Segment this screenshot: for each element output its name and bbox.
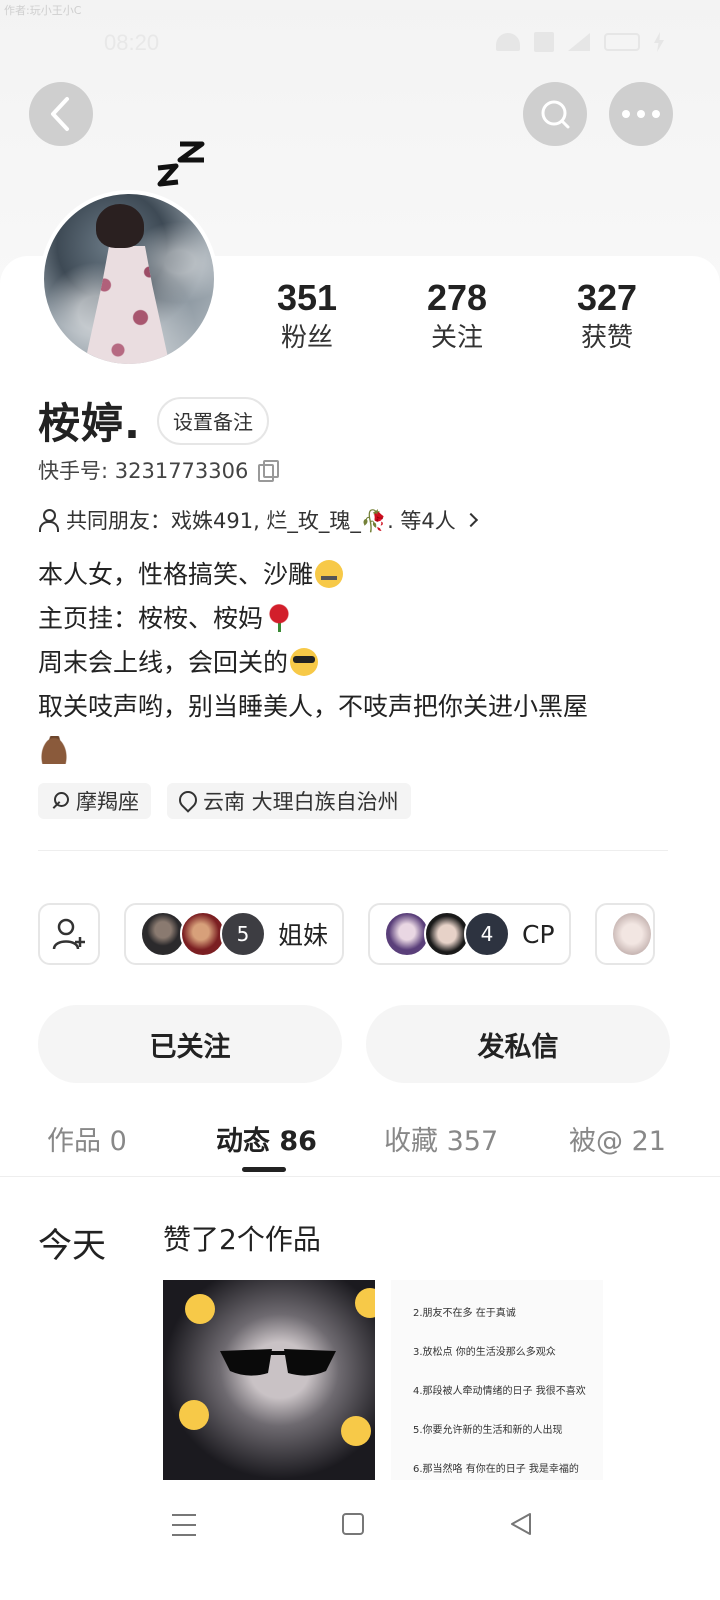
avatar[interactable] [40,190,218,368]
stat-followers[interactable]: 351 粉丝 [232,276,382,356]
stat-label: 粉丝 [280,323,333,353]
copy-icon[interactable] [258,460,280,482]
female-icon [50,791,70,811]
emoji-sticker-icon [179,1400,209,1430]
group-avatar [610,911,653,957]
following-button[interactable]: 已关注 [38,1005,342,1083]
sim-icon [534,32,554,52]
zipper-mouth-emoji-icon [315,560,344,588]
feed-day-label: 今天 [38,1226,106,1266]
profile-bio: 本人女，性格搞笑、沙雕 主页挂：桉桉、桉妈 周末会上线，会回关的 取关吱声哟，别… [38,553,678,773]
liked-work-thumbnail[interactable] [163,1280,375,1480]
send-message-button[interactable]: 发私信 [366,1005,670,1083]
system-navigation-bar [0,1490,720,1600]
poop-emoji-icon [40,736,68,764]
stat-label: 关注 [430,323,483,353]
group-more[interactable] [594,903,655,965]
chevron-right-icon [463,512,478,528]
user-id-text: 快手号: 3231773306 [38,459,249,483]
profile-name: 桉婷. [38,399,141,448]
avatar-hair [96,204,144,248]
group-name: CP [522,919,555,949]
active-tab-indicator [242,1167,286,1172]
sunglasses-emoji-icon [290,648,319,676]
back-triangle-icon[interactable] [510,1512,532,1536]
bio-line: 取关吱声哟，别当睡美人，不吱声把你关进小黑屋 [38,692,589,721]
chevron-left-icon [51,97,69,131]
person-icon [38,509,59,532]
mutual-friends-text: 共同朋友：戏姝491, 烂_玫_瑰_🥀. 等4人 [66,509,456,533]
name-row: 桉婷. 设置备注 [38,390,269,451]
menu-icon[interactable] [172,1514,196,1536]
profile-stats: 351 粉丝 278 关注 327 获赞 [232,276,682,356]
sunglasses-overlay-icon [220,1349,336,1376]
divider [38,850,668,851]
emoji-sticker-icon [185,1294,215,1324]
search-icon [541,100,570,129]
bio-line [38,729,678,773]
stat-value: 327 [576,277,638,318]
status-icons [496,32,664,52]
charging-icon [654,32,664,52]
stat-following[interactable]: 278 关注 [382,276,532,356]
friend-groups-row: 5 姐妹 4 CP [38,903,655,965]
group-avatar-count: 5 [220,911,266,957]
bio-line: 主页挂：桉桉、桉妈 [38,597,678,641]
bio-line: 周末会上线，会回关的 [38,641,678,685]
group-sisters[interactable]: 5 姐妹 [124,903,345,965]
home-square-icon[interactable] [342,1513,364,1535]
battery-icon [604,33,640,51]
zodiac-tag: 摩羯座 [38,783,151,819]
action-buttons: 已关注 发私信 [38,1005,670,1083]
location-tag: 云南 大理白族自治州 [167,783,411,819]
status-time: 08:20 [104,30,160,55]
rose-emoji-icon [265,604,294,632]
stat-value: 278 [426,277,488,318]
back-button[interactable] [29,82,93,146]
search-button[interactable] [523,82,587,146]
signal-icon [568,33,590,51]
liked-work-thumbnail[interactable]: 2.朋友不在多 在于真诚 3.放松点 你的生活没那么多观众 4.那段被人牵动情绪… [391,1280,603,1480]
thumbnail-text-line: 6.那当然咯 有你在的日子 我是幸福的 [413,1464,579,1475]
stat-value: 351 [276,277,338,318]
sleeping-zzz-icon [157,141,205,187]
feed-activity-title: 赞了2个作品 [163,1223,321,1256]
emoji-sticker-icon [355,1288,375,1318]
wifi-icon [496,33,520,51]
thumbnail-text-line: 5.你要允许新的生活和新的人出现 [413,1425,563,1436]
group-name: 姐妹 [278,921,329,950]
emoji-sticker-icon [341,1416,371,1446]
group-cp[interactable]: 4 CP [368,903,571,965]
thumbnail-text-line: 4.那段被人牵动情绪的日子 我很不喜欢 [413,1386,586,1397]
user-id-row: 快手号: 3231773306 [38,455,280,485]
tab-favorites[interactable]: 收藏 357 [384,1119,498,1158]
add-friend-button[interactable] [38,903,100,965]
set-remark-button[interactable]: 设置备注 [156,396,269,445]
more-dots-icon [622,110,660,118]
content-tabs: 作品 0 动态 86 收藏 357 被@ 21 [0,1105,720,1177]
tab-mentions[interactable]: 被@ 21 [569,1119,666,1158]
stat-label: 获赞 [580,323,633,353]
mutual-friends-row[interactable]: 共同朋友：戏姝491, 烂_玫_瑰_🥀. 等4人 [38,505,478,535]
tab-works[interactable]: 作品 0 [47,1119,127,1158]
bio-line: 本人女，性格搞笑、沙雕 [38,553,678,597]
group-avatar-count: 4 [464,911,511,957]
stat-likes[interactable]: 327 获赞 [532,276,682,356]
location-pin-icon [179,791,195,811]
thumbnail-text-line: 3.放松点 你的生活没那么多观众 [413,1347,556,1358]
more-button[interactable] [609,82,673,146]
add-person-icon [52,918,85,950]
status-bar: 08:20 [0,28,720,62]
watermark: 作者:玩小王小C [4,4,82,17]
profile-tags: 摩羯座 云南 大理白族自治州 [38,783,411,819]
tab-moments[interactable]: 动态 86 [216,1119,317,1158]
thumbnail-text-line: 2.朋友不在多 在于真诚 [413,1308,516,1319]
